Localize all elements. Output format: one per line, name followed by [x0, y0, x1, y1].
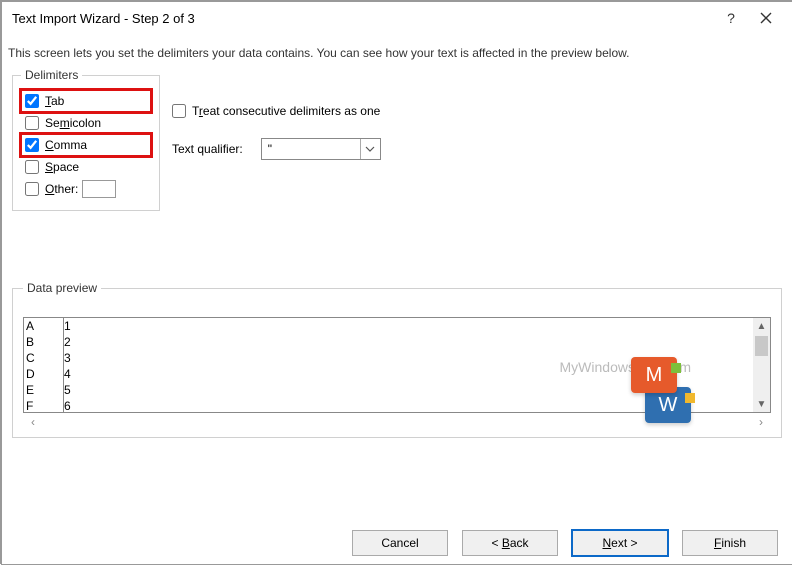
delimiter-other-input[interactable] [82, 180, 116, 198]
treat-consecutive-label: Treat consecutive delimiters as one [192, 104, 380, 118]
preview-cell: F [26, 398, 61, 413]
screen-description: This screen lets you set the delimiters … [2, 34, 792, 68]
preview-cell: 5 [64, 382, 753, 398]
preview-col-1: A B C D E F [24, 318, 64, 413]
titlebar: Text Import Wizard - Step 2 of 3 ? [2, 2, 792, 34]
horizontal-scrollbar[interactable]: ‹ › [23, 413, 771, 429]
delimiter-tab-label: Tab [45, 94, 64, 108]
treat-consecutive-checkbox[interactable] [172, 104, 186, 118]
delimiter-semicolon-label: Semicolon [45, 116, 101, 130]
delimiter-comma-label: Comma [45, 138, 87, 152]
help-icon[interactable]: ? [716, 4, 746, 32]
preview-cell: A [26, 318, 61, 334]
preview-cell: 2 [64, 334, 753, 350]
close-icon[interactable] [746, 4, 786, 32]
delimiter-semicolon-checkbox[interactable] [25, 116, 39, 130]
data-preview-box: A B C D E F 1 2 3 4 5 6 ▲ ▼ [23, 317, 771, 413]
delimiters-legend: Delimiters [21, 68, 82, 82]
cancel-button[interactable]: Cancel [352, 530, 448, 556]
chevron-down-icon [360, 139, 380, 159]
delimiter-space-row[interactable]: Space [21, 156, 151, 178]
preview-cell: B [26, 334, 61, 350]
preview-col-2: 1 2 3 4 5 6 [64, 318, 753, 413]
window-title: Text Import Wizard - Step 2 of 3 [12, 11, 716, 26]
next-button[interactable]: Next > [572, 530, 668, 556]
delimiter-other-checkbox[interactable] [25, 182, 39, 196]
preview-cell: E [26, 382, 61, 398]
preview-cell: 6 [64, 398, 753, 413]
scroll-down-icon[interactable]: ▼ [753, 396, 770, 412]
text-qualifier-value: " [268, 142, 272, 156]
data-preview-legend: Data preview [23, 281, 101, 295]
delimiter-comma-row[interactable]: Comma [21, 134, 151, 156]
finish-button[interactable]: Finish [682, 530, 778, 556]
text-qualifier-label: Text qualifier: [172, 142, 243, 156]
text-qualifier-select[interactable]: " [261, 138, 381, 160]
preview-cell: C [26, 350, 61, 366]
preview-cell: D [26, 366, 61, 382]
preview-cell: 1 [64, 318, 753, 334]
data-preview-group: Data preview A B C D E F 1 2 3 4 5 6 ▲ [12, 281, 782, 438]
treat-consecutive-row[interactable]: Treat consecutive delimiters as one [172, 100, 381, 122]
data-preview-grid: A B C D E F 1 2 3 4 5 6 [24, 318, 753, 412]
delimiter-other-row[interactable]: Other: [21, 178, 151, 200]
scroll-up-icon[interactable]: ▲ [753, 318, 770, 334]
delimiter-tab-row[interactable]: Tab [21, 90, 151, 112]
delimiter-space-label: Space [45, 160, 79, 174]
scroll-left-icon[interactable]: ‹ [25, 415, 41, 429]
scroll-right-icon[interactable]: › [753, 415, 769, 429]
preview-cell: 3 [64, 350, 753, 366]
delimiter-space-checkbox[interactable] [25, 160, 39, 174]
wizard-button-row: Cancel < Back Next > Finish [352, 530, 778, 556]
scroll-thumb[interactable] [755, 336, 768, 356]
vertical-scrollbar[interactable]: ▲ ▼ [753, 318, 770, 412]
delimiter-semicolon-row[interactable]: Semicolon [21, 112, 151, 134]
delimiters-group: Delimiters Tab Semicolon Comma Space Oth… [12, 68, 160, 211]
preview-cell: 4 [64, 366, 753, 382]
delimiter-tab-checkbox[interactable] [25, 94, 39, 108]
delimiter-other-label: Other: [45, 182, 78, 196]
back-button[interactable]: < Back [462, 530, 558, 556]
delimiter-comma-checkbox[interactable] [25, 138, 39, 152]
